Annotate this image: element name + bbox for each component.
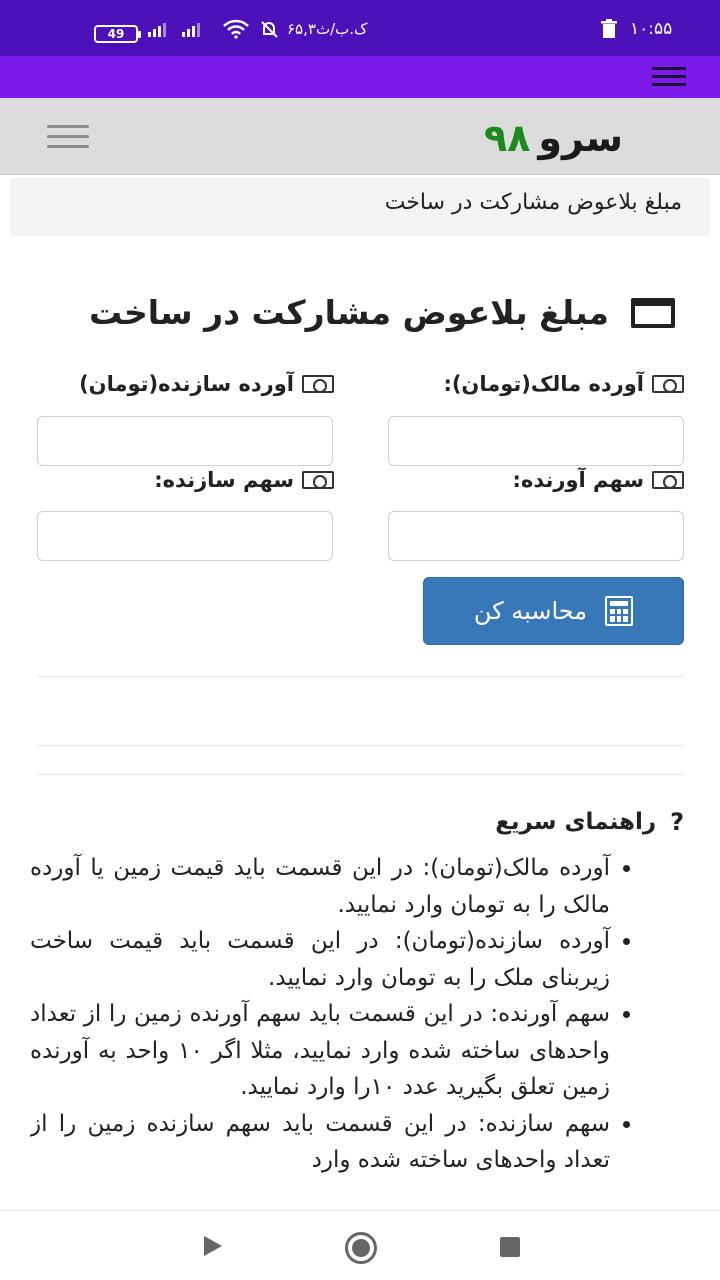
builder-share-input[interactable] (37, 511, 333, 561)
app-bar (0, 56, 720, 98)
hamburger-menu-icon[interactable] (47, 125, 89, 151)
trash-icon (600, 18, 618, 40)
logo-word: سرو (538, 116, 624, 160)
owner-contribution-input[interactable] (388, 416, 684, 466)
page-title-text: مبلغ بلاعوض مشارکت در ساخت (89, 293, 609, 332)
list-item: آورده سازنده(تومان): در این قسمت باید قی… (30, 923, 610, 996)
battery-icon: 49 (94, 25, 141, 43)
builder-share-label: سهم سازنده: (154, 468, 334, 492)
builder-contribution-label-text: آورده سازنده(تومان) (79, 372, 294, 396)
money-icon (302, 471, 334, 489)
money-icon (302, 375, 334, 393)
list-item: سهم سازنده: در این قسمت باید سهم سازنده … (30, 1106, 610, 1179)
network-speed: ۶۵,۳ک.ب/ث (287, 20, 368, 38)
navigation-bar (0, 1210, 720, 1280)
recent-apps-icon[interactable] (500, 1237, 520, 1257)
money-icon (652, 375, 684, 393)
list-item: آورده مالک(تومان): در این قسمت باید قیمت… (30, 850, 610, 923)
home-icon[interactable] (345, 1232, 377, 1264)
bell-off-icon (258, 18, 280, 40)
guide-title: ? راهنمای سریع (495, 808, 684, 836)
window-icon (631, 297, 675, 328)
builder-contribution-input[interactable] (37, 416, 333, 466)
guide-title-text: راهنمای سریع (495, 809, 657, 835)
builder-contribution-label: آورده سازنده(تومان) (79, 372, 334, 396)
site-header: سرو ۹۸ (0, 98, 720, 175)
wifi-icon (222, 18, 250, 40)
breadcrumb: مبلغ بلاعوض مشارکت در ساخت (10, 178, 710, 236)
owner-contribution-label: آورده مالک(تومان): (443, 372, 684, 396)
divider (38, 745, 684, 746)
money-icon (652, 471, 684, 489)
clock: ۱۰:۵۵ (630, 19, 673, 39)
signal-icon (146, 18, 226, 40)
app-menu-icon[interactable] (652, 67, 686, 87)
guide-list: آورده مالک(تومان): در این قسمت باید قیمت… (30, 850, 640, 1210)
back-icon[interactable] (204, 1236, 222, 1256)
contributor-share-label-text: سهم آورنده: (512, 468, 644, 492)
contributor-share-label: سهم آورنده: (513, 468, 684, 492)
builder-share-label-text: سهم سازنده: (154, 468, 294, 492)
calculate-button[interactable]: محاسبه کن (423, 577, 684, 645)
status-bar: 49 ۶۵,۳ک.ب/ث ۱۰:۵۵ (0, 0, 720, 56)
calculator-icon (605, 596, 634, 626)
list-item: سهم آورنده: در این قسمت باید سهم آورنده … (30, 996, 610, 1106)
page-title: مبلغ بلاعوض مشارکت در ساخت (89, 293, 675, 332)
site-logo[interactable]: سرو ۹۸ (484, 116, 623, 160)
divider (38, 774, 684, 775)
question-icon: ? (670, 808, 684, 836)
contributor-share-input[interactable] (388, 511, 684, 561)
calculate-button-label: محاسبه کن (473, 597, 588, 625)
divider (38, 676, 684, 677)
owner-contribution-label-text: آورده مالک(تومان): (443, 372, 644, 396)
logo-number: ۹۸ (484, 116, 531, 160)
